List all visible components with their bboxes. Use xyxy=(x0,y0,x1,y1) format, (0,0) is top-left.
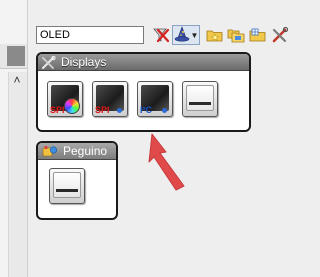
folder-copy-button[interactable] xyxy=(226,25,246,45)
tile-label: SPI xyxy=(50,105,65,115)
displays-group-title: Displays xyxy=(61,55,107,69)
filter-wizard-button[interactable]: ▼ xyxy=(172,25,200,45)
tools-icon xyxy=(272,26,289,43)
annotation-arrow-icon xyxy=(148,133,185,191)
display-module-icon xyxy=(186,85,214,111)
peguino-group-title: Peguino xyxy=(63,144,108,158)
tools-group-icon xyxy=(42,55,56,69)
module-tile-oled-spi[interactable]: SPI xyxy=(92,81,128,117)
folder-grid-button[interactable] xyxy=(248,25,268,45)
tile-label: I²C xyxy=(140,105,152,115)
peguino-group: Peguino xyxy=(36,141,118,220)
chevron-down-icon[interactable]: ▼ xyxy=(191,31,199,40)
folder-grid-icon xyxy=(249,28,266,42)
peguino-logo-icon xyxy=(42,145,58,156)
tile-label: SPI xyxy=(95,105,110,115)
search-input[interactable] xyxy=(36,26,144,44)
displays-group: Displays SPI SPI I²C xyxy=(36,52,251,132)
status-dot-icon xyxy=(162,108,167,113)
module-tile-oled-i2c[interactable]: I²C xyxy=(137,81,173,117)
module-tile-display[interactable] xyxy=(182,81,218,117)
displays-group-header[interactable]: Displays xyxy=(38,54,249,71)
module-tile-oled-color-spi[interactable]: SPI xyxy=(47,81,83,117)
module-tile-peguino-display[interactable] xyxy=(49,168,85,204)
clear-filter-button[interactable] xyxy=(151,25,171,45)
display-module-icon xyxy=(53,172,81,198)
left-pane-handle[interactable] xyxy=(7,46,25,66)
peguino-group-header[interactable]: Peguino xyxy=(38,143,116,160)
vertical-scrollbar[interactable] xyxy=(8,72,27,277)
scroll-up-arrow-icon[interactable]: ˄ xyxy=(8,74,26,86)
folder-star-button[interactable] xyxy=(205,25,225,45)
red-x-filter-icon xyxy=(153,28,170,43)
folder-copy-icon xyxy=(227,29,245,43)
folder-star-icon xyxy=(206,30,223,42)
wizard-hat-icon xyxy=(174,26,189,42)
color-wheel-icon xyxy=(64,98,80,114)
status-dot-icon xyxy=(117,108,122,113)
tools-button[interactable] xyxy=(270,25,290,45)
